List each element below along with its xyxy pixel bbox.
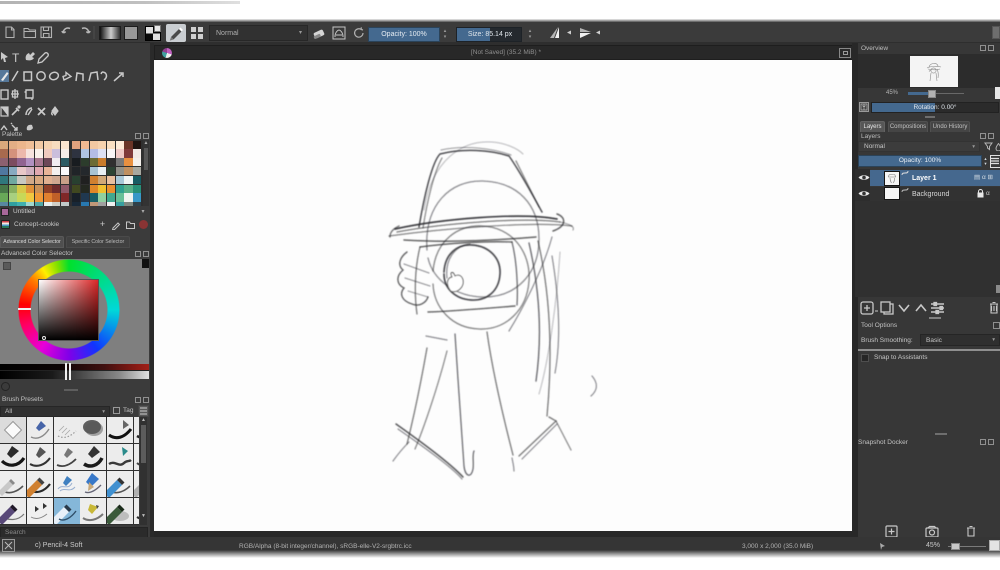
svg-text:T: T <box>12 51 20 65</box>
